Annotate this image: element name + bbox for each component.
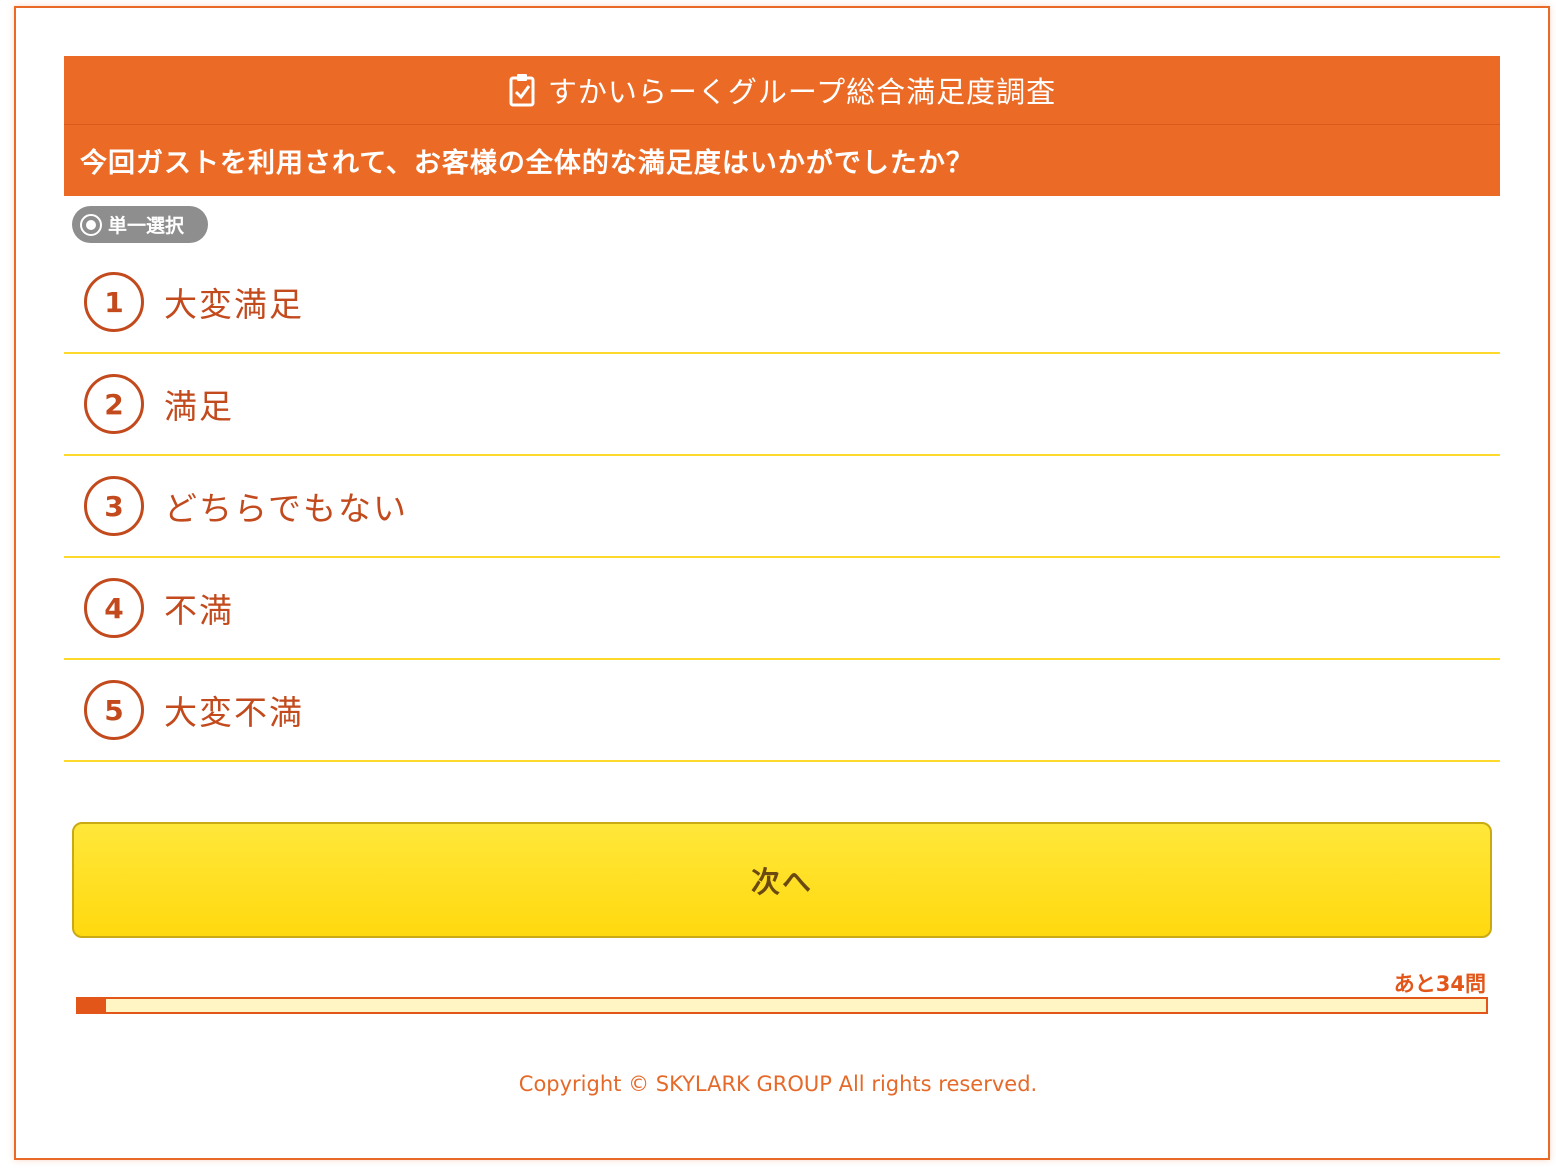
- progress-bar: [76, 997, 1488, 1014]
- progress-fill: [78, 999, 107, 1012]
- option-number-badge: 1: [84, 272, 144, 332]
- copyright-text: Copyright © SKYLARK GROUP All rights res…: [518, 1072, 1038, 1096]
- option-number-badge: 3: [84, 476, 144, 536]
- option-4[interactable]: 4 不満: [64, 558, 1500, 660]
- option-label: 大変満足: [164, 285, 304, 324]
- option-1[interactable]: 1 大変満足: [64, 252, 1500, 354]
- option-number-badge: 2: [84, 374, 144, 434]
- clipboard-check-icon: [508, 73, 536, 107]
- question-text: 今回ガストを利用されて、お客様の全体的な満足度はいかがでしたか？: [64, 125, 1500, 196]
- radio-icon: [80, 213, 102, 236]
- next-button[interactable]: 次へ: [72, 822, 1492, 938]
- option-5[interactable]: 5 大変不満: [64, 660, 1500, 762]
- option-label: 大変不満: [164, 693, 304, 732]
- selection-type-badge: 単一選択: [72, 206, 208, 243]
- option-label: 満足: [164, 387, 234, 426]
- option-2[interactable]: 2 満足: [64, 354, 1500, 456]
- selection-type-label: 単一選択: [108, 215, 185, 237]
- remaining-questions: あと34問: [1393, 972, 1486, 996]
- survey-header: すかいらーくグループ総合満足度調査: [64, 56, 1500, 125]
- survey-title: すかいらーくグループ総合満足度調査: [547, 75, 1057, 109]
- option-label: 不満: [164, 591, 234, 630]
- answer-options: 1 大変満足 2 満足 3 どちらでもない 4 不満 5 大変不満: [64, 252, 1500, 762]
- option-number-badge: 5: [84, 680, 144, 740]
- option-number-badge: 4: [84, 578, 144, 638]
- option-label: どちらでもない: [164, 489, 409, 528]
- option-3[interactable]: 3 どちらでもない: [64, 456, 1500, 558]
